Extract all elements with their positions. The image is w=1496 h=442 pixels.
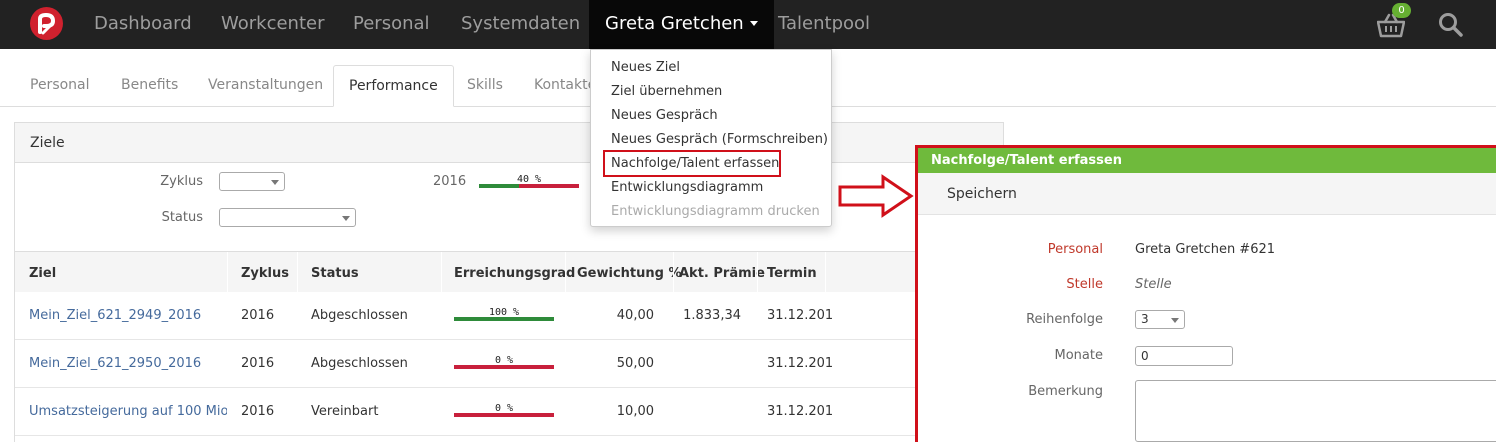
- row-praemie: 1.833,34: [683, 308, 741, 323]
- menu-item-neues-gespraech-formschreiben[interactable]: Neues Gespräch (Formschreiben): [611, 132, 828, 147]
- form-title: Nachfolge/Talent erfassen: [918, 148, 1496, 173]
- row-progress-bar: 100 %: [454, 307, 554, 321]
- table-row[interactable]: Umsatzsteigerung auf 100 Mio El 2016 Ver…: [15, 388, 1003, 436]
- ziele-panel-header: Ziele: [15, 123, 1003, 163]
- menu-item-ziel-uebernehmen[interactable]: Ziel übernehmen: [611, 84, 722, 99]
- nav-user-dropdown[interactable]: Greta Gretchen: [589, 0, 774, 49]
- ziel-link[interactable]: Mein_Ziel_621_2950_2016: [29, 356, 201, 371]
- row-status: Vereinbart: [311, 404, 379, 419]
- cart-count-badge: 0: [1392, 3, 1411, 18]
- save-button[interactable]: Speichern: [947, 186, 1017, 202]
- ziele-table-header: Ziel Zyklus Status Erreichungsgrad Gewic…: [15, 251, 1003, 293]
- row-zyklus: 2016: [241, 356, 275, 371]
- col-divider: [757, 252, 758, 293]
- col-divider: [825, 252, 826, 293]
- col-divider: [297, 252, 298, 293]
- menu-item-entwicklungsdiagramm[interactable]: Entwicklungsdiagramm: [611, 180, 763, 195]
- row-gewichtung: 50,00: [616, 356, 654, 371]
- tab-kontakte[interactable]: Kontakte: [534, 77, 596, 93]
- nav-systemdaten[interactable]: Systemdaten: [461, 0, 580, 49]
- status-label: Status: [161, 210, 203, 225]
- arrow-right-icon: [838, 174, 914, 218]
- menu-item-nachfolge-talent[interactable]: Nachfolge/Talent erfassen: [611, 156, 779, 171]
- ziel-link[interactable]: Mein_Ziel_621_2949_2016: [29, 308, 201, 323]
- row-zyklus: 2016: [241, 404, 275, 419]
- row-termin: 31.12.201: [767, 308, 834, 323]
- row-termin: 31.12.201: [767, 404, 834, 419]
- menu-item-entwicklungsdiagramm-drucken: Entwicklungsdiagramm drucken: [611, 204, 820, 219]
- stelle-label: Stelle: [1066, 277, 1103, 292]
- col-divider: [227, 252, 228, 293]
- col-praemie[interactable]: Akt. Prämie: [679, 266, 765, 281]
- tab-veranstaltungen[interactable]: Veranstaltungen: [208, 77, 323, 93]
- ziele-panel: Ziele Zyklus Status 2016 40 % Ziel Zyklu…: [14, 122, 1004, 442]
- ziel-link[interactable]: Umsatzsteigerung auf 100 Mio El: [29, 404, 227, 419]
- reihenfolge-value: 3: [1141, 312, 1149, 326]
- nav-workcenter[interactable]: Workcenter: [221, 0, 325, 49]
- bemerkung-label: Bemerkung: [1028, 384, 1103, 399]
- nav-dashboard[interactable]: Dashboard: [94, 0, 192, 49]
- personal-value: Greta Gretchen #621: [1135, 242, 1276, 257]
- personal-label: Personal: [1047, 242, 1103, 257]
- ziele-title: Ziele: [30, 135, 65, 151]
- status-select[interactable]: [219, 208, 356, 227]
- menu-item-neues-gespraech[interactable]: Neues Gespräch: [611, 108, 718, 123]
- tab-skills[interactable]: Skills: [467, 77, 503, 93]
- summary-progress-bar: 40 %: [479, 174, 579, 188]
- col-status[interactable]: Status: [311, 266, 359, 281]
- table-row[interactable]: Mein_Ziel_621_2949_2016 2016 Abgeschloss…: [15, 292, 1003, 340]
- logo-icon[interactable]: [30, 7, 63, 40]
- form-toolbar: Speichern: [918, 173, 1496, 215]
- monate-label: Monate: [1054, 348, 1103, 363]
- zyklus-select[interactable]: [219, 172, 285, 191]
- row-gewichtung: 40,00: [616, 308, 654, 323]
- summary-year: 2016: [433, 174, 467, 189]
- row-zyklus: 2016: [241, 308, 275, 323]
- progress-done: [479, 184, 519, 188]
- row-gewichtung: 10,00: [616, 404, 654, 419]
- col-termin[interactable]: Termin: [767, 266, 817, 281]
- col-ziel[interactable]: Ziel: [29, 266, 56, 281]
- row-status: Abgeschlossen: [311, 356, 408, 371]
- tab-benefits[interactable]: Benefits: [121, 77, 178, 93]
- table-row[interactable]: Mein_Ziel_621_2950_2016 2016 Abgeschloss…: [15, 340, 1003, 388]
- col-divider: [565, 252, 566, 293]
- zyklus-label: Zyklus: [160, 174, 203, 189]
- chevron-down-icon: [342, 216, 350, 221]
- stelle-value[interactable]: Stelle: [1135, 277, 1172, 292]
- monate-input[interactable]: 0: [1135, 346, 1233, 366]
- progress-remaining: [454, 413, 554, 417]
- top-navbar: Dashboard Workcenter Personal Systemdate…: [0, 0, 1496, 49]
- menu-item-neues-ziel[interactable]: Neues Ziel: [611, 60, 680, 75]
- tab-personal[interactable]: Personal: [30, 77, 90, 93]
- caret-down-icon: [749, 20, 758, 26]
- col-divider: [441, 252, 442, 293]
- progress-remaining: [454, 365, 554, 369]
- progress-done: [454, 317, 554, 321]
- chevron-down-icon: [1171, 318, 1179, 323]
- nav-talentpool[interactable]: Talentpool: [778, 0, 870, 49]
- chevron-down-icon: [271, 180, 279, 185]
- row-status: Abgeschlossen: [311, 308, 408, 323]
- nav-user-label: Greta Gretchen: [605, 13, 744, 34]
- nachfolge-form-panel: Nachfolge/Talent erfassen Speichern Pers…: [915, 145, 1496, 442]
- reihenfolge-select[interactable]: 3: [1135, 310, 1185, 329]
- bemerkung-textarea[interactable]: [1135, 380, 1496, 442]
- nav-personal[interactable]: Personal: [353, 0, 430, 49]
- row-progress-bar: 0 %: [454, 403, 554, 417]
- col-zyklus[interactable]: Zyklus: [241, 266, 289, 281]
- reihenfolge-label: Reihenfolge: [1026, 312, 1103, 327]
- col-erreichungsgrad[interactable]: Erreichungsgrad: [454, 266, 575, 281]
- col-gewichtung[interactable]: Gewichtung %: [577, 266, 682, 281]
- col-divider: [673, 252, 674, 293]
- tab-performance[interactable]: Performance: [333, 65, 454, 107]
- progress-remaining: [519, 184, 579, 188]
- row-termin: 31.12.201: [767, 356, 834, 371]
- row-progress-bar: 0 %: [454, 355, 554, 369]
- user-dropdown-menu: Neues Ziel Ziel übernehmen Neues Gespräc…: [590, 49, 832, 227]
- search-icon[interactable]: [1438, 12, 1464, 38]
